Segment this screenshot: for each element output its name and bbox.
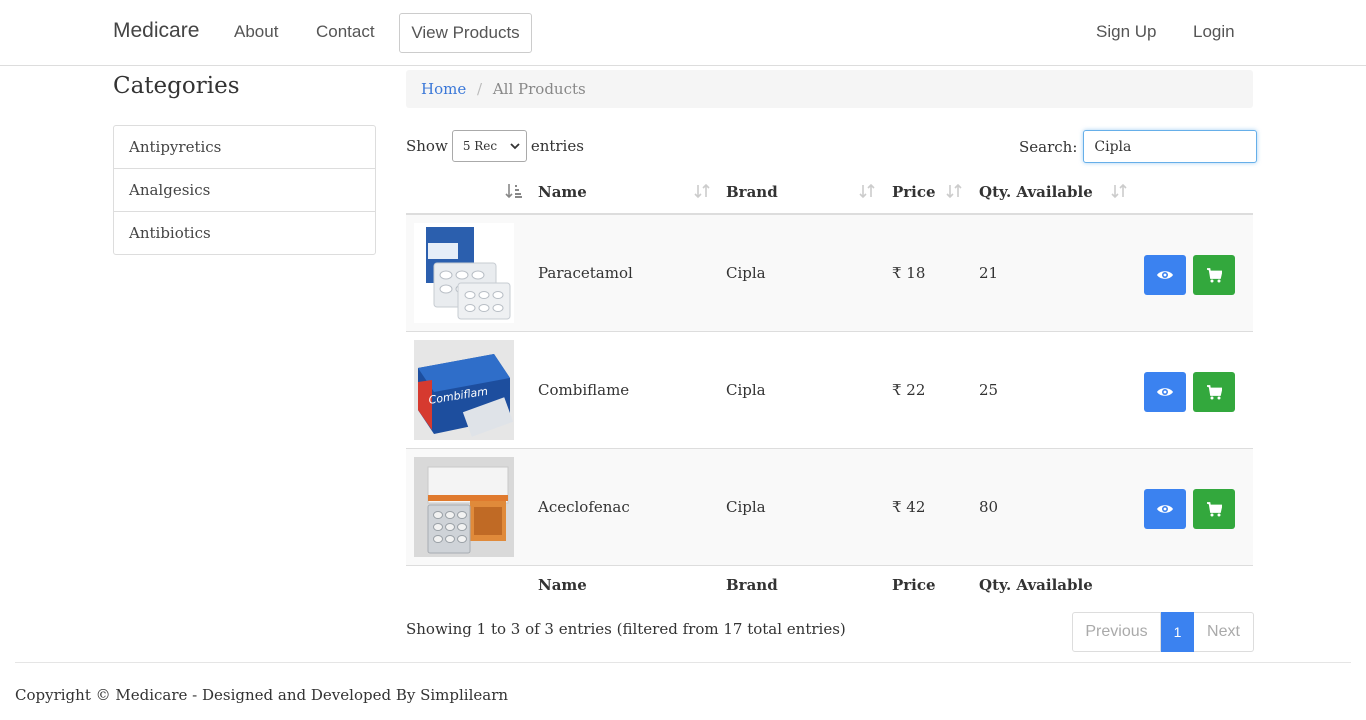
nav-login-link[interactable]: Login (1193, 22, 1235, 42)
length-selected-value: 5 Rec (462, 139, 498, 153)
breadcrumb-separator: / (477, 80, 483, 98)
sort-icon[interactable] (946, 183, 962, 203)
footer-price: Price (892, 576, 936, 594)
category-item-antipyretics[interactable]: Antipyretics (114, 126, 375, 169)
nav-contact-link[interactable]: Contact (316, 22, 375, 42)
eye-icon (1157, 271, 1173, 279)
add-to-cart-button[interactable] (1193, 372, 1235, 412)
product-image-combiflame: Combiflam (414, 340, 514, 440)
product-image-paracetamol (414, 223, 514, 323)
cart-icon (1207, 267, 1222, 282)
eye-icon (1157, 388, 1173, 396)
add-to-cart-button[interactable] (1193, 489, 1235, 529)
footer-name: Name (538, 576, 587, 594)
table-row: Combiflam Combiflame Cipla ₹ 22 25 (406, 332, 1253, 449)
length-control: Show 5 Rec entries (406, 130, 584, 162)
header-price[interactable]: Price (892, 183, 936, 201)
entries-label: entries (530, 137, 584, 155)
show-label: Show (406, 137, 448, 155)
cell-brand: Cipla (726, 264, 766, 282)
cell-qty: 21 (979, 264, 999, 282)
entries-length-select[interactable]: 5 Rec (451, 130, 527, 162)
nav-about-link[interactable]: About (234, 22, 278, 42)
cell-brand: Cipla (726, 381, 766, 399)
categories-title: Categories (113, 73, 240, 99)
brand-link[interactable]: Medicare (113, 19, 199, 43)
category-item-antibiotics[interactable]: Antibiotics (114, 212, 375, 254)
view-product-button[interactable] (1144, 255, 1186, 295)
search-input[interactable] (1083, 130, 1258, 163)
search-label: Search: (1019, 137, 1078, 156)
chevron-down-icon (510, 142, 520, 149)
sort-icon[interactable] (694, 183, 710, 203)
cell-name: Combiflame (538, 381, 630, 399)
header-qty[interactable]: Qty. Available (979, 183, 1093, 201)
category-item-analgesics[interactable]: Analgesics (114, 169, 375, 212)
footer-brand: Brand (726, 576, 778, 594)
footer-qty: Qty. Available (979, 576, 1093, 594)
cart-icon (1207, 384, 1222, 399)
sort-icon[interactable] (859, 183, 875, 203)
cell-price: ₹ 22 (892, 381, 926, 399)
header-name[interactable]: Name (538, 183, 587, 201)
next-page-button[interactable]: Next (1194, 612, 1254, 652)
footer-copyright: Copyright © Medicare - Designed and Deve… (15, 686, 509, 704)
sort-desc-icon[interactable] (505, 183, 523, 203)
pagination: Previous 1 Next (1072, 612, 1254, 652)
table-footer: Name Brand Price Qty. Available (406, 566, 1253, 604)
product-image-aceclofenac (414, 457, 514, 557)
view-product-button[interactable] (1144, 372, 1186, 412)
table-row: Aceclofenac Cipla ₹ 42 80 (406, 449, 1253, 566)
breadcrumb-home-link[interactable]: Home (421, 80, 466, 98)
header-brand[interactable]: Brand (726, 183, 778, 201)
cell-qty: 25 (979, 381, 999, 399)
search-control: Search: (1019, 130, 1258, 163)
cell-price: ₹ 18 (892, 264, 926, 282)
categories-list: Antipyretics Analgesics Antibiotics (113, 125, 376, 255)
page-1-button[interactable]: 1 (1161, 612, 1194, 652)
cell-name: Aceclofenac (538, 498, 630, 516)
cell-name: Paracetamol (538, 264, 633, 282)
nav-view-products-button[interactable]: View Products (399, 13, 532, 53)
view-product-button[interactable] (1144, 489, 1186, 529)
eye-icon (1157, 505, 1173, 513)
add-to-cart-button[interactable] (1193, 255, 1235, 295)
table-row: Paracetamol Cipla ₹ 18 21 (406, 215, 1253, 332)
cell-brand: Cipla (726, 498, 766, 516)
navbar: Medicare About Contact View Products Sig… (0, 0, 1366, 66)
table-header: Name Brand Price Qty. Available (406, 171, 1253, 215)
footer-divider (15, 662, 1351, 663)
nav-sign-up-link[interactable]: Sign Up (1096, 22, 1156, 42)
sort-icon[interactable] (1111, 183, 1127, 203)
table-info: Showing 1 to 3 of 3 entries (filtered fr… (406, 620, 846, 638)
previous-page-button[interactable]: Previous (1072, 612, 1161, 652)
products-table: Name Brand Price Qty. Available Paraceta… (406, 171, 1253, 604)
cell-qty: 80 (979, 498, 999, 516)
breadcrumb: Home / All Products (406, 70, 1253, 108)
cell-price: ₹ 42 (892, 498, 926, 516)
cart-icon (1207, 501, 1222, 516)
breadcrumb-current: All Products (492, 80, 586, 98)
